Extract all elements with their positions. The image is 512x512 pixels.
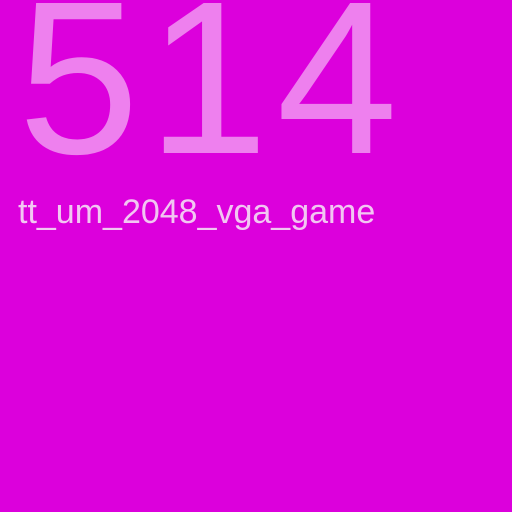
project-number: 514 bbox=[18, 0, 406, 200]
project-name: tt_um_2048_vga_game bbox=[18, 193, 376, 231]
screen: 514 tt_um_2048_vga_game bbox=[0, 0, 512, 512]
